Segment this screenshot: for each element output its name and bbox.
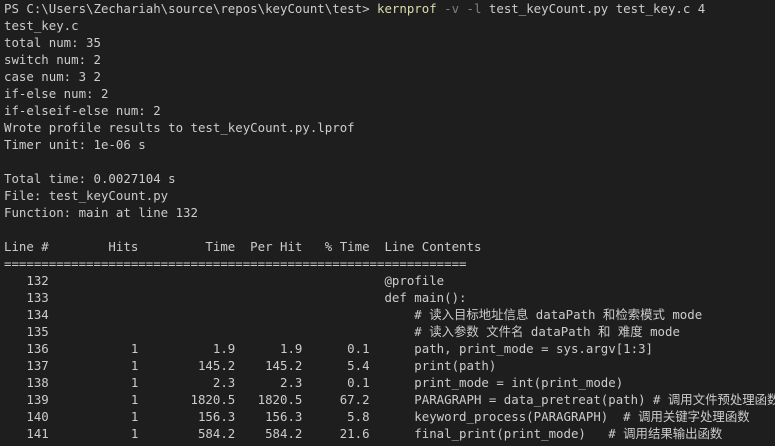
command-args: test_keyCount.py test_key.c 4 [488,1,706,16]
table-row: 132 @profile [4,273,445,288]
table-row: 135 # 读入参数 文件名 dataPath 和 难度 mode [4,324,680,339]
table-header: Line # Hits Time Per Hit % Time Line Con… [4,239,482,254]
table-row: 140 1 156.3 156.3 5.8 keyword_process(PA… [4,409,750,424]
command-flags: -v -l [436,1,489,16]
output-lines: test_key.ctotal num: 35 switch num: 2 case… [4,17,775,238]
table-row: 139 1 1820.5 1820.5 67.2 PARAGRAPH = dat… [4,392,775,407]
output-line: total num: 35 [4,35,101,50]
table-row: 136 1 1.9 1.9 0.1 path, print_mode = sys… [4,341,654,356]
output-line: Timer unit: 1e-06 s [4,137,146,152]
prompt-path: PS C:\Users\Zechariah\source\repos\keyCo… [4,1,377,16]
table-row: 133 def main(): [4,290,467,305]
output-line: if-else num: 2 [4,86,109,101]
command-name: kernprof [377,1,437,16]
output-line: test_key.c [4,18,79,33]
output-line: File: test_keyCount.py [4,188,169,203]
table-row: 137 1 145.2 145.2 5.4 print(path) [4,358,497,373]
command-prompt-line: PS C:\Users\Zechariah\source\repos\keyCo… [4,0,775,17]
output-line: Total time: 0.0027104 s [4,171,176,186]
output-line: if-elseif-else num: 2 [4,103,161,118]
output-line: Function: main at line 132 [4,205,198,220]
profile-table-rows: 132 @profile 133 def main(): 134 # 读入目标地… [4,272,775,442]
table-separator: ========================================… [4,256,467,271]
output-line: Wrote profile results to test_keyCount.p… [4,120,355,135]
table-row: 134 # 读入目标地址信息 dataPath 和检索模式 mode [4,307,703,322]
table-row: 141 1 584.2 584.2 21.6 final_print(print… [4,426,723,441]
table-row: 138 1 2.3 2.3 0.1 print_mode = int(print… [4,375,624,390]
terminal-window[interactable]: PS C:\Users\Zechariah\source\repos\keyCo… [0,0,775,446]
output-line: case num: 3 2 [4,69,101,84]
output-line: switch num: 2 [4,52,101,67]
